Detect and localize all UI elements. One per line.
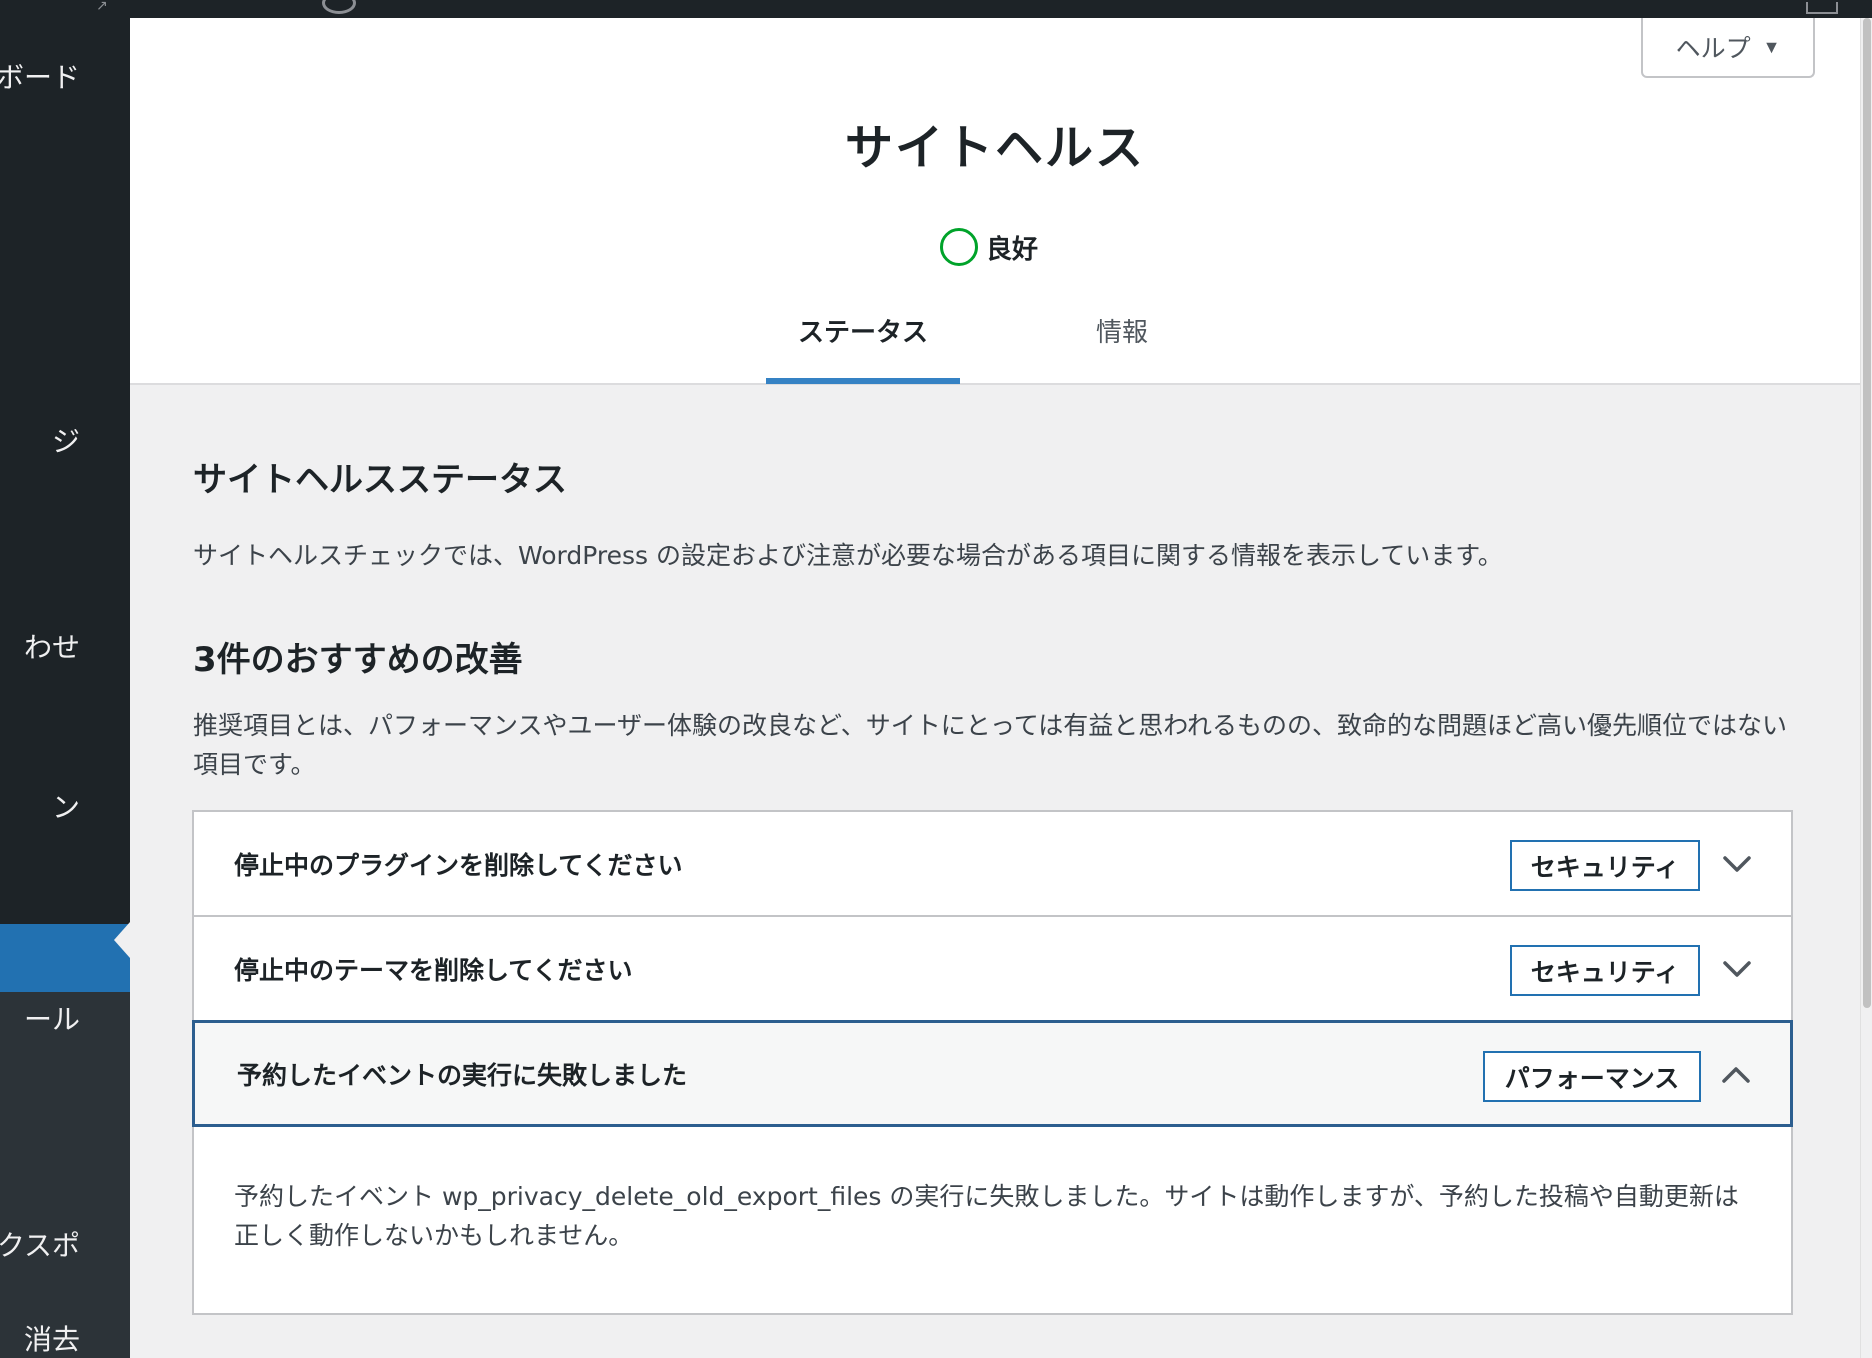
admin-bar: ↗	[0, 0, 1872, 18]
active-tab-indicator	[766, 378, 960, 384]
help-label: ヘルプ	[1675, 35, 1751, 63]
chevron-down-icon[interactable]	[1717, 844, 1757, 884]
scrollbar[interactable]	[1860, 18, 1872, 1358]
sidebar-item-dashboard[interactable]: ボード	[0, 56, 130, 96]
site-health-header	[130, 18, 1860, 385]
section-title: サイトヘルスステータス	[193, 460, 567, 500]
sidebar-item-tools[interactable]: ール	[0, 998, 130, 1038]
sidebar-item-plugins[interactable]: ン	[0, 786, 130, 826]
accordion-item-expanded[interactable]: 予約したイベントの実行に失敗しました パフォーマンス	[192, 1020, 1793, 1127]
tab-status[interactable]: ステータス	[766, 312, 960, 349]
help-button[interactable]: ヘルプ ▼	[1641, 18, 1815, 78]
wordpress-logo-icon[interactable]	[322, 0, 356, 14]
accordion-item[interactable]: 停止中のプラグインを削除してください セキュリティ	[194, 812, 1791, 917]
sidebar-item-erase[interactable]: 消去	[0, 1318, 130, 1358]
sidebar-item-pages[interactable]: ジ	[0, 420, 130, 460]
tab-info[interactable]: 情報	[1070, 312, 1174, 349]
arrow-icon[interactable]: ↗	[96, 0, 108, 14]
health-status-label: 良好	[986, 234, 1039, 265]
accordion-content: 予約したイベント wp_privacy_delete_old_export_fi…	[234, 1182, 1739, 1250]
page-title: サイトヘルス	[844, 120, 1145, 176]
chevron-up-icon[interactable]	[1716, 1055, 1756, 1095]
section-description: サイトヘルスチェックでは、WordPress の設定および注意が必要な場合がある…	[193, 541, 1503, 570]
accordion-item[interactable]: 停止中のテーマを削除してください セキュリティ	[194, 917, 1791, 1022]
sidebar-item-export[interactable]: エクスポ	[0, 1224, 130, 1264]
health-status: 良好	[940, 228, 1038, 266]
sidebar-current-item[interactable]	[0, 924, 130, 992]
health-progress-circle-icon	[940, 228, 978, 266]
improvements-description: 推奨項目とは、パフォーマンスやユーザー体験の改良など、サイトにとっては有益と思わ…	[193, 711, 1788, 779]
caret-down-icon: ▼	[1762, 36, 1781, 57]
scrollbar-thumb[interactable]	[1863, 18, 1871, 1008]
performance-badge: パフォーマンス	[1483, 1051, 1701, 1102]
current-item-notch	[114, 922, 130, 958]
recommendations-accordion: 停止中のプラグインを削除してください セキュリティ 停止中のテーマを削除してくだ…	[192, 810, 1793, 1315]
screen-icon[interactable]	[1806, 2, 1838, 14]
improvements-title: 3件のおすすめの改善	[193, 640, 523, 680]
admin-sidebar: ボード ジ わせ ン ール エクスポ 消去	[0, 18, 130, 1358]
chevron-down-icon[interactable]	[1717, 949, 1757, 989]
security-badge: セキュリティ	[1510, 945, 1700, 996]
sidebar-item-contact[interactable]: わせ	[0, 626, 130, 666]
security-badge: セキュリティ	[1510, 840, 1700, 891]
